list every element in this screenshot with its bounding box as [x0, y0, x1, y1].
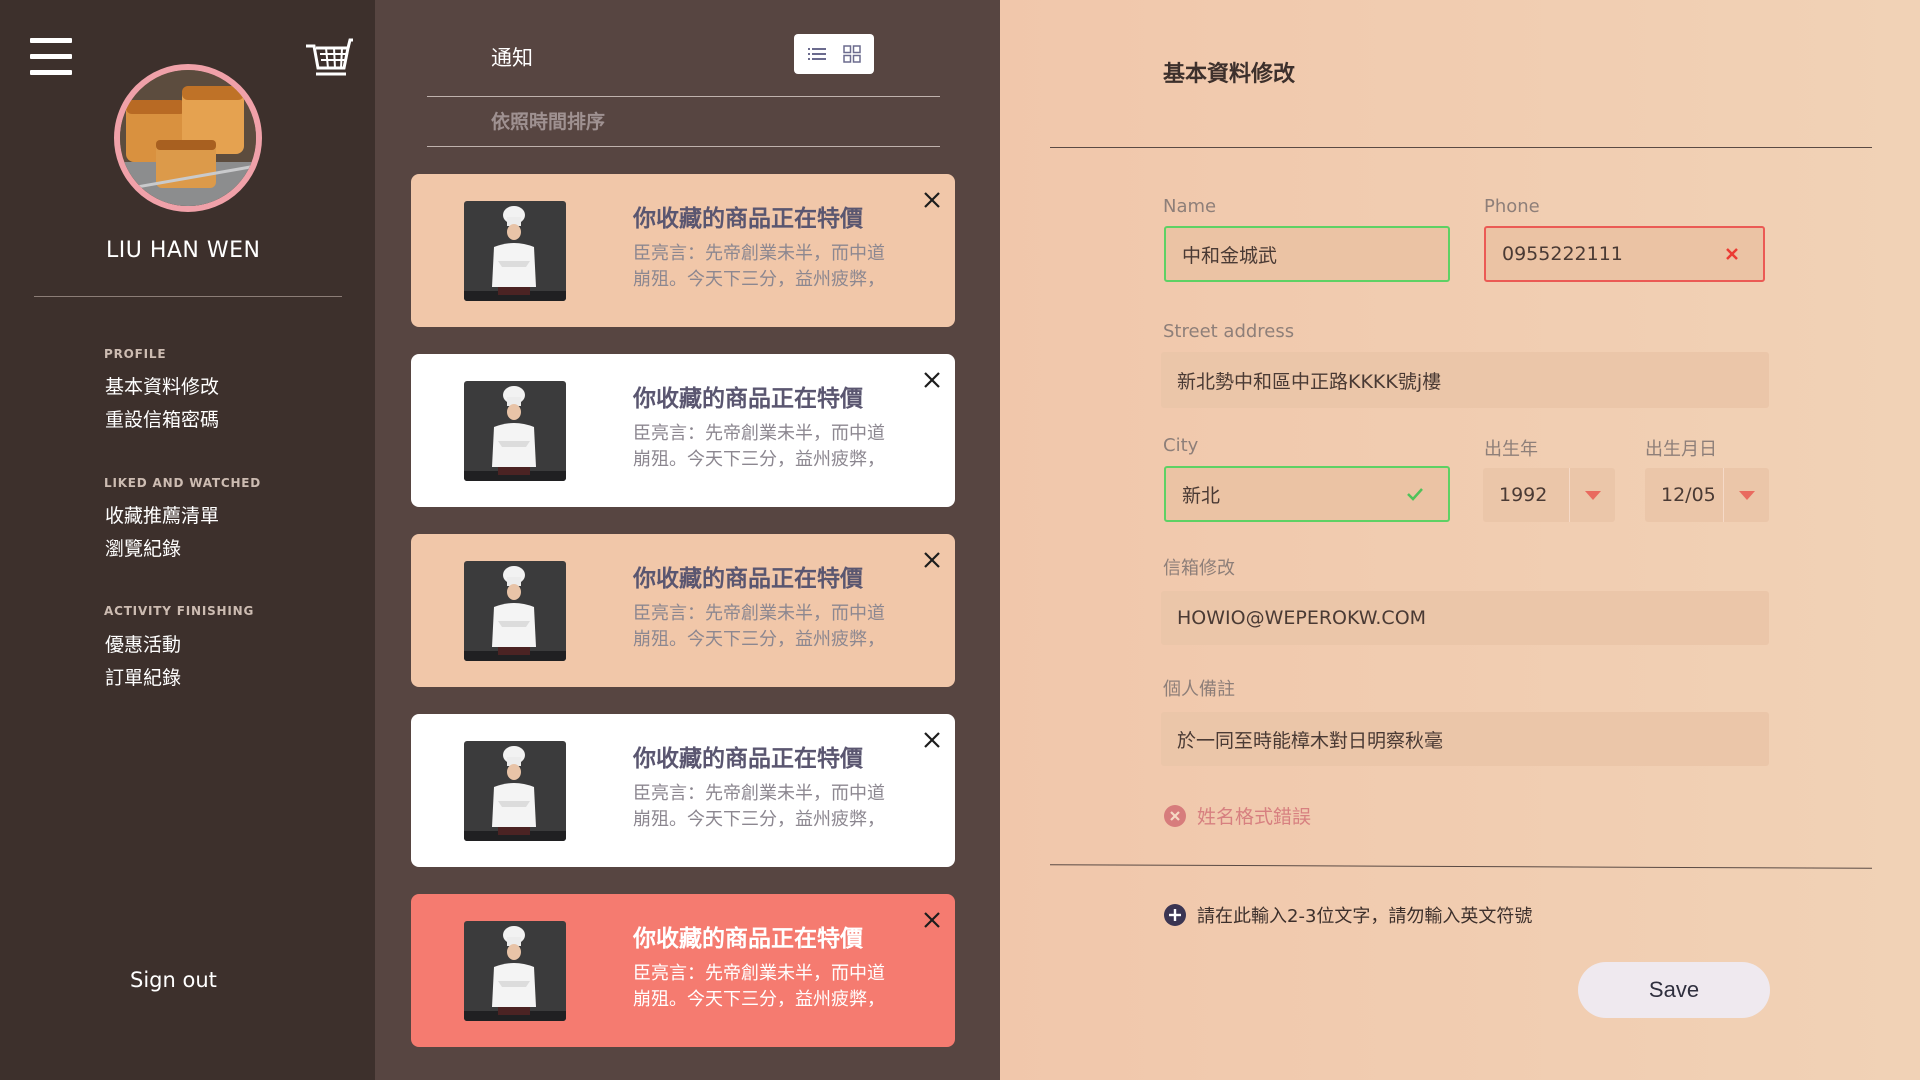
notification-body-line: 臣亮言：先帝創業未半，而中道 — [633, 423, 885, 444]
close-icon[interactable] — [921, 909, 943, 931]
notification-body: 臣亮言：先帝創業未半，而中道 崩殂。今天下三分，益州疲弊， — [633, 421, 933, 473]
list-view-icon[interactable] — [802, 39, 832, 69]
check-icon — [1407, 488, 1423, 501]
user-name: LIU HAN WEN — [106, 238, 261, 263]
birth-date-label: 出生月日 — [1645, 439, 1717, 460]
notification-card[interactable]: 你收藏的商品正在特價臣亮言：先帝創業未半，而中道 崩殂。今天下三分，益州疲弊， — [411, 894, 955, 1047]
sidebar-item-favorites[interactable]: 收藏推薦清單 — [105, 501, 219, 528]
notification-body-line: 崩殂。今天下三分，益州疲弊， — [633, 449, 885, 470]
notification-body-line: 臣亮言：先帝創業未半，而中道 — [633, 783, 885, 804]
section-heading-liked-watched: LIKED AND WATCHED — [104, 476, 262, 490]
notification-body: 臣亮言：先帝創業未半，而中道 崩殂。今天下三分，益州疲弊， — [633, 961, 933, 1013]
street-address-field[interactable]: 新北勢中和區中正路KKKK號j樓 — [1161, 352, 1769, 408]
add-circle-icon[interactable] — [1163, 903, 1187, 927]
sidebar: LIU HAN WEN PROFILE 基本資料修改 重設信箱密碼 LIKED … — [0, 0, 375, 1080]
street-value: 新北勢中和區中正路KKKK號j樓 — [1177, 370, 1442, 393]
error-text: 姓名格式錯誤 — [1197, 806, 1312, 828]
notification-title: 你收藏的商品正在特價 — [633, 566, 863, 592]
notification-body-line: 臣亮言：先帝創業未半，而中道 — [633, 603, 885, 624]
divider — [427, 146, 940, 147]
birth-year-value: 1992 — [1499, 484, 1548, 506]
note-value: 於一同至時能樟木對日明察秋毫 — [1177, 729, 1444, 752]
form-divider — [1050, 864, 1872, 869]
sidebar-item-reset-email-password[interactable]: 重設信箱密碼 — [105, 405, 219, 432]
notification-body-line: 崩殂。今天下三分，益州疲弊， — [633, 629, 885, 650]
product-thumbnail[interactable] — [464, 201, 566, 301]
name-field[interactable]: 中和金城武 — [1164, 226, 1450, 282]
notification-body-line: 崩殂。今天下三分，益州疲弊， — [633, 269, 885, 290]
email-field[interactable]: HOWIO@WEPEROKW.COM — [1161, 591, 1769, 645]
notification-title: 你收藏的商品正在特價 — [633, 746, 863, 772]
hint-row[interactable]: 請在此輸入2-3位文字，請勿輸入英文符號 — [1163, 902, 1532, 928]
notification-body: 臣亮言：先帝創業未半，而中道 崩殂。今天下三分，益州疲弊， — [633, 241, 933, 293]
close-icon[interactable] — [921, 369, 943, 391]
hamburger-menu-icon[interactable] — [30, 38, 72, 76]
error-x-icon[interactable] — [1725, 247, 1739, 261]
name-label: Name — [1163, 196, 1217, 217]
chevron-down-icon[interactable] — [1569, 468, 1615, 522]
notification-title: 你收藏的商品正在特價 — [633, 206, 863, 232]
close-icon[interactable] — [921, 189, 943, 211]
sort-by-time[interactable]: 依照時間排序 — [491, 107, 605, 134]
chevron-down-icon[interactable] — [1723, 468, 1769, 522]
birth-date-value: 12/05 — [1661, 484, 1716, 506]
error-circle-icon — [1164, 804, 1186, 827]
city-value: 新北 — [1182, 484, 1221, 507]
notification-panel: 通知 依照時間排序 你收藏的商品正在特價 臣亮言：先帝創業未半，而中道 崩殂。今天下… — [375, 0, 1000, 1080]
sidebar-item-promotions[interactable]: 優惠活動 — [105, 630, 181, 657]
cart-icon[interactable] — [304, 38, 354, 80]
phone-label: Phone — [1484, 196, 1540, 217]
city-label: City — [1163, 435, 1199, 456]
sign-out-link[interactable]: Sign out — [130, 968, 217, 992]
notification-card[interactable]: 你收藏的商品正在特價臣亮言：先帝創業未半，而中道 崩殂。今天下三分，益州疲弊， — [411, 714, 955, 867]
notification-body-line: 崩殂。今天下三分，益州疲弊， — [633, 989, 885, 1010]
sidebar-item-edit-profile[interactable]: 基本資料修改 — [105, 372, 219, 399]
notification-body-line: 崩殂。今天下三分，益州疲弊， — [633, 809, 885, 830]
hint-text: 請在此輸入2-3位文字，請勿輸入英文符號 — [1197, 906, 1533, 927]
notification-body: 臣亮言：先帝創業未半，而中道 崩殂。今天下三分，益州疲弊， — [633, 781, 933, 833]
sidebar-divider — [34, 296, 342, 297]
notification-title: 通知 — [491, 46, 533, 70]
view-toggle — [794, 34, 874, 74]
notification-title: 你收藏的商品正在特價 — [633, 926, 863, 952]
grid-view-icon[interactable] — [837, 39, 867, 69]
product-thumbnail[interactable] — [464, 741, 566, 841]
section-heading-activity: ACTIVITY FINISHING — [104, 604, 255, 618]
avatar[interactable] — [114, 64, 262, 212]
email-label: 信箱修改 — [1163, 558, 1235, 579]
email-value: HOWIO@WEPEROKW.COM — [1177, 607, 1427, 629]
product-thumbnail[interactable] — [464, 381, 566, 481]
notification-card[interactable]: 你收藏的商品正在特價臣亮言：先帝創業未半，而中道 崩殂。今天下三分，益州疲弊， — [411, 534, 955, 687]
birth-year-select[interactable]: 1992 — [1483, 468, 1615, 522]
save-button[interactable]: Save — [1578, 962, 1770, 1018]
form-title: 基本資料修改 — [1163, 62, 1296, 87]
notification-card[interactable]: 你收藏的商品正在特價臣亮言：先帝創業未半，而中道 崩殂。今天下三分，益州疲弊， — [411, 354, 955, 507]
form-divider — [1050, 147, 1872, 148]
notification-body: 臣亮言：先帝創業未半，而中道 崩殂。今天下三分，益州疲弊， — [633, 601, 933, 653]
notification-body-line: 臣亮言：先帝創業未半，而中道 — [633, 963, 885, 984]
divider — [427, 96, 940, 97]
notification-card[interactable]: 你收藏的商品正在特價臣亮言：先帝創業未半，而中道 崩殂。今天下三分，益州疲弊， — [411, 174, 955, 327]
city-field[interactable]: 新北 — [1164, 466, 1450, 522]
birth-year-label: 出生年 — [1484, 439, 1538, 460]
profile-form: 基本資料修改 Name 中和金城武 Phone 0955222111 Stree… — [1000, 0, 1920, 1080]
close-icon[interactable] — [921, 729, 943, 751]
sidebar-item-orders[interactable]: 訂單紀錄 — [105, 663, 181, 690]
phone-value: 0955222111 — [1502, 243, 1623, 265]
note-label: 個人備註 — [1163, 679, 1235, 700]
notification-title: 你收藏的商品正在特價 — [633, 386, 863, 412]
product-thumbnail[interactable] — [464, 921, 566, 1021]
sidebar-item-history[interactable]: 瀏覽紀錄 — [105, 534, 181, 561]
notification-body-line: 臣亮言：先帝創業未半，而中道 — [633, 243, 885, 264]
section-heading-profile: PROFILE — [104, 347, 167, 361]
close-icon[interactable] — [921, 549, 943, 571]
note-field[interactable]: 於一同至時能樟木對日明察秋毫 — [1161, 712, 1769, 766]
name-value: 中和金城武 — [1182, 244, 1278, 267]
phone-field[interactable]: 0955222111 — [1484, 226, 1765, 282]
street-label: Street address — [1163, 321, 1295, 342]
birth-date-select[interactable]: 12/05 — [1645, 468, 1769, 522]
error-message: 姓名格式錯誤 — [1163, 802, 1311, 829]
product-thumbnail[interactable] — [464, 561, 566, 661]
